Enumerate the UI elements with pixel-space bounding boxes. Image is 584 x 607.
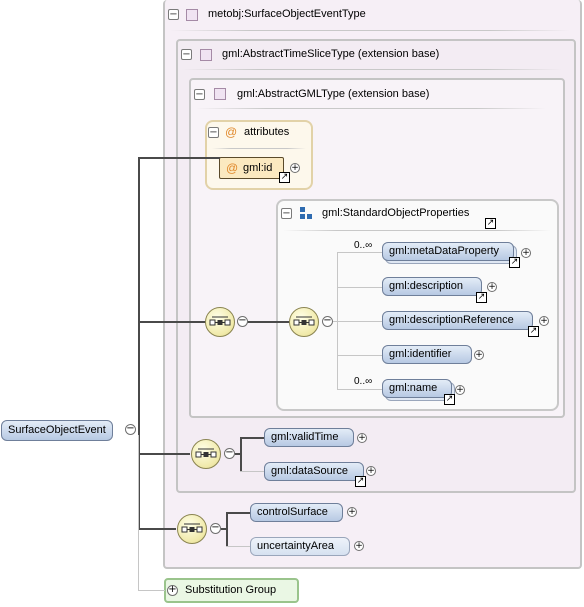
attribute-at-icon: @: [226, 161, 239, 175]
occurrence-label: 0..∞: [354, 240, 373, 251]
connector: [226, 512, 250, 514]
element-descriptionreference[interactable]: gml:descriptionReference: [382, 311, 533, 330]
sequence-compositor-4[interactable]: [177, 514, 207, 544]
separator: [283, 230, 551, 231]
timeslice-collapse-button[interactable]: −: [181, 49, 192, 60]
collapse-sequence-button[interactable]: −: [322, 316, 333, 327]
link-arrow-icon[interactable]: ↗: [279, 172, 290, 183]
element-description[interactable]: gml:description: [382, 277, 482, 296]
link-arrow-icon[interactable]: ↗: [355, 476, 366, 487]
link-arrow-icon[interactable]: ↗: [485, 218, 496, 229]
sequence-icon: [209, 316, 231, 326]
expand-icon[interactable]: +: [366, 466, 376, 476]
attributes-title: attributes: [244, 126, 290, 138]
expand-icon[interactable]: +: [474, 350, 484, 360]
connector: [337, 389, 383, 390]
connector: [138, 157, 220, 159]
expand-icon[interactable]: +: [455, 385, 465, 395]
link-arrow-icon[interactable]: ↗: [476, 292, 487, 303]
expand-icon[interactable]: +: [357, 433, 367, 443]
gml-collapse-button[interactable]: −: [194, 89, 205, 100]
sequence-compositor-3[interactable]: [191, 439, 221, 469]
type-panel-collapse-button[interactable]: −: [168, 9, 179, 20]
connector: [337, 252, 383, 253]
element-name[interactable]: gml:name: [382, 379, 452, 398]
connector: [240, 471, 264, 472]
link-arrow-icon[interactable]: ↗: [444, 394, 455, 405]
substitution-group-label: Substitution Group: [185, 584, 277, 596]
occurrence-label: 0..∞: [354, 376, 373, 387]
expand-icon[interactable]: +: [487, 282, 497, 292]
element-uncertaintyarea[interactable]: uncertaintyArea: [250, 537, 350, 556]
gml-panel-title: gml:AbstractGMLType (extension base): [237, 88, 430, 100]
complex-type-icon: [186, 9, 198, 21]
sequence-icon: [293, 316, 315, 326]
collapse-sequence-button[interactable]: −: [210, 523, 221, 534]
complex-type-icon: [214, 88, 226, 100]
separator: [212, 148, 306, 149]
element-datasource[interactable]: gml:dataSource: [264, 462, 364, 481]
connector: [337, 321, 383, 322]
expand-icon[interactable]: +: [290, 163, 300, 173]
connector: [138, 528, 176, 530]
expand-icon[interactable]: +: [347, 507, 357, 517]
expand-substitution-button[interactable]: +: [167, 585, 178, 596]
separator: [170, 30, 570, 31]
timeslice-panel-title: gml:AbstractTimeSliceType (extension bas…: [222, 48, 440, 60]
complex-type-icon: [200, 49, 212, 61]
expand-icon[interactable]: +: [539, 316, 549, 326]
group-icon: [300, 207, 313, 220]
element-validtime[interactable]: gml:validTime: [264, 428, 354, 447]
sequence-compositor-2[interactable]: [289, 307, 319, 337]
connector: [240, 437, 264, 439]
standard-props-collapse-button[interactable]: −: [281, 208, 292, 219]
link-arrow-icon[interactable]: ↗: [509, 257, 520, 268]
connector: [138, 590, 165, 591]
sequence-compositor-1[interactable]: [205, 307, 235, 337]
element-identifier[interactable]: gml:identifier: [382, 345, 472, 364]
collapse-sequence-button[interactable]: −: [237, 316, 248, 327]
connector: [138, 435, 139, 590]
element-metadataproperty[interactable]: gml:metaDataProperty: [382, 242, 514, 261]
standard-props-title: gml:StandardObjectProperties: [322, 207, 470, 219]
root-element[interactable]: SurfaceObjectEvent: [1, 420, 113, 441]
connector: [240, 437, 242, 471]
connector: [138, 321, 206, 323]
connector: [138, 453, 190, 455]
connector: [337, 355, 383, 356]
attribute-at-icon: @: [225, 125, 238, 139]
connector: [226, 512, 228, 546]
sequence-icon: [181, 523, 203, 533]
collapse-root-button[interactable]: −: [125, 424, 136, 435]
attributes-collapse-button[interactable]: −: [208, 127, 219, 138]
connector: [337, 287, 383, 288]
collapse-sequence-button[interactable]: −: [224, 448, 235, 459]
separator: [182, 69, 562, 70]
connector: [226, 546, 250, 547]
type-panel-title: metobj:SurfaceObjectEventType: [208, 8, 366, 20]
connector: [247, 321, 289, 323]
expand-icon[interactable]: +: [521, 248, 531, 258]
attribute-gml-id-label: gml:id: [243, 162, 273, 174]
expand-icon[interactable]: +: [354, 541, 364, 551]
link-arrow-icon[interactable]: ↗: [528, 326, 539, 337]
element-controlsurface[interactable]: controlSurface: [250, 503, 343, 522]
sequence-icon: [195, 448, 217, 458]
separator: [196, 108, 546, 109]
